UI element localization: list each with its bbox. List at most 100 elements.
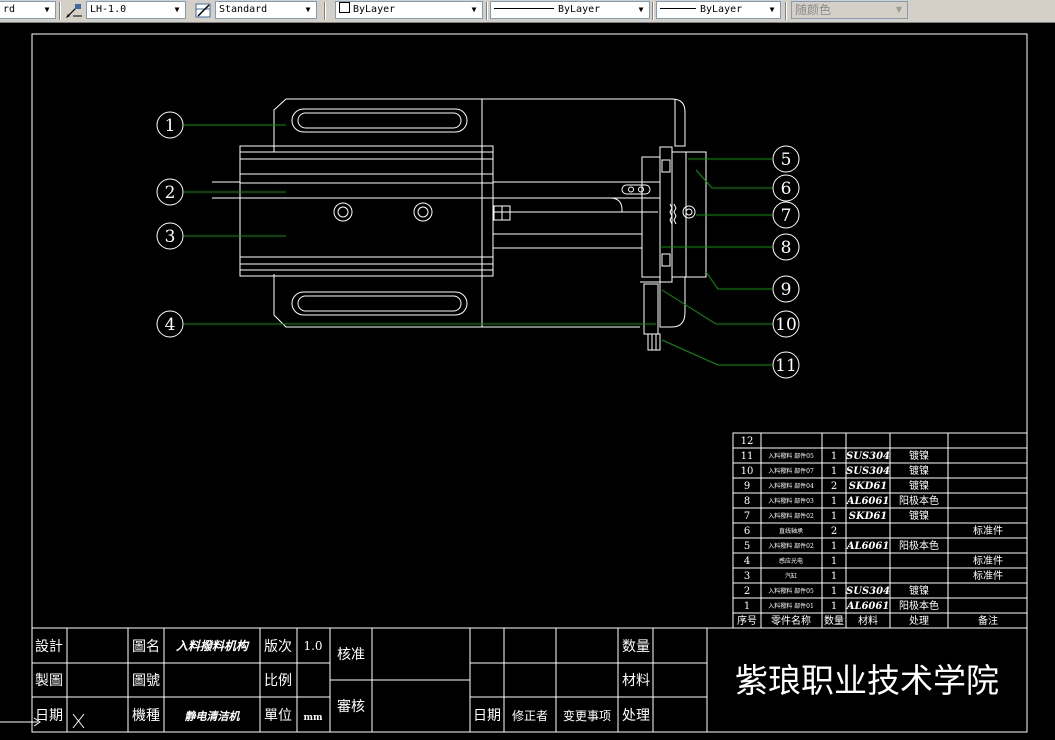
multileader-style-value: LH-1.0 xyxy=(90,4,127,15)
toolbar-separator xyxy=(486,2,488,20)
multileader-style-icon[interactable] xyxy=(64,1,84,20)
bom-cell-qty: 1 xyxy=(831,601,837,612)
chevron-down-icon: ▼ xyxy=(895,5,903,14)
version-label: 版次 xyxy=(264,639,292,655)
bom-table: 1211 入料撥料 部件05 1 SUS304 镀镍10 入料撥料 部件07 1 SUS304… xyxy=(732,432,1028,629)
bom-row: 1 入料撥料 部件01 1 AL6061 阳极本色 xyxy=(744,599,939,612)
bom-cell-remark: 标准件 xyxy=(973,525,1003,537)
drawing-border xyxy=(31,33,1028,733)
design-label: 設計 xyxy=(35,639,63,655)
bom-cell-name: 直线轴承 xyxy=(779,527,803,535)
bom-cell-qty: 2 xyxy=(831,526,837,537)
bom-header-name: 零件名称 xyxy=(771,614,811,627)
qty-label: 数量 xyxy=(622,639,650,655)
toolbar-separator xyxy=(324,2,326,20)
bom-cell-qty: 1 xyxy=(831,556,837,567)
drawing-canvas[interactable]: 1 2 3 4 5 6 7 8 9 10 11 1211 入料撥料 部件05 1… xyxy=(0,22,1055,740)
properties-toolbar: rd ▼ LH-1.0 ▼ Standard ▼ ByLayer ▼ ByLay… xyxy=(0,0,1055,23)
bom-cell-name: 汽缸 xyxy=(785,572,797,580)
balloon-label: 8 xyxy=(781,238,792,258)
bom-cell-qty: 1 xyxy=(831,451,837,462)
bom-cell-no: 8 xyxy=(744,496,750,507)
approve-label: 核准 xyxy=(337,647,365,663)
balloon-label: 2 xyxy=(165,183,176,203)
bom-cell-treatment: 阳极本色 xyxy=(899,494,939,507)
chevron-down-icon: ▼ xyxy=(471,5,477,14)
bom-cell-material: SUS304 xyxy=(846,586,890,597)
bom-cell-no: 10 xyxy=(741,466,754,477)
balloon-6: 6 xyxy=(772,174,800,202)
bom-row: 3 汽缸 1 标准件 xyxy=(744,570,1003,582)
layer-value: rd xyxy=(3,4,16,15)
bom-cell-no: 7 xyxy=(744,511,750,522)
color-swatch-icon xyxy=(339,2,350,13)
lineweight-preview-icon xyxy=(660,8,696,9)
bom-cell-no: 3 xyxy=(744,571,750,582)
bom-cell-name: 入料撥料 部件05 xyxy=(768,452,814,460)
editor-label: 修正者 xyxy=(512,708,548,723)
bom-cell-material: SKD61 xyxy=(849,511,888,522)
chevron-down-icon: ▼ xyxy=(44,5,50,14)
bom-cell-material: SUS304 xyxy=(846,451,890,462)
bom-cell-treatment: 镀镍 xyxy=(909,584,929,597)
bom-cell-remark: 标准件 xyxy=(973,555,1003,567)
review-label: 審核 xyxy=(337,699,365,715)
plot-style-value: 随颜色 xyxy=(795,3,832,17)
lineweight-value: ByLayer xyxy=(700,4,743,15)
bom-cell-no: 11 xyxy=(741,451,754,462)
bom-cell-material: AL6061 xyxy=(846,541,890,552)
table-style-icon[interactable] xyxy=(193,1,213,20)
plot-style-dropdown: 随颜色 ▼ xyxy=(791,1,908,19)
balloon-11: 11 xyxy=(772,351,800,379)
drawing-name-label: 圖名 xyxy=(132,639,160,655)
bom-cell-name: 入料撥料 部件01 xyxy=(768,602,814,610)
bom-cell-qty: 1 xyxy=(831,571,837,582)
toolbar-separator xyxy=(785,2,787,20)
text-style-dropdown[interactable]: Standard ▼ xyxy=(215,1,317,19)
toolbar-separator xyxy=(59,2,61,20)
mechanism-drawing xyxy=(212,98,707,351)
balloon-10: 10 xyxy=(772,310,800,338)
drawing-no-label: 圖號 xyxy=(132,673,160,689)
balloon-2: 2 xyxy=(156,178,184,206)
multileader-style-dropdown[interactable]: LH-1.0 ▼ xyxy=(86,1,186,19)
bom-cell-name: 入料撥料 部件04 xyxy=(768,482,814,490)
balloon-label: 9 xyxy=(781,280,792,300)
unit-label: 單位 xyxy=(264,708,292,724)
balloon-3: 3 xyxy=(156,222,184,250)
balloon-label: 4 xyxy=(165,315,176,335)
bom-cell-treatment: 镀镍 xyxy=(909,449,929,462)
balloon-label: 6 xyxy=(781,179,792,199)
bom-header-material: 材料 xyxy=(858,614,878,627)
bom-cell-treatment: 镀镍 xyxy=(909,464,929,477)
bom-cell-qty: 1 xyxy=(831,511,837,522)
layer-dropdown[interactable]: rd ▼ xyxy=(0,1,56,19)
school-name: 紫琅职业技术学院 xyxy=(735,661,999,700)
bom-cell-name: 入料撥料 部件02 xyxy=(768,542,814,550)
treatment-label: 处理 xyxy=(622,708,650,724)
balloon-8: 8 xyxy=(772,233,800,261)
bom-row: 5 入料撥料 部件02 1 AL6061 阳极本色 xyxy=(744,539,939,552)
bom-row: 2 入料撥料 部件05 1 SUS304 镀镍 xyxy=(744,584,929,597)
linetype-control-dropdown[interactable]: ByLayer ▼ xyxy=(490,1,650,19)
bom-cell-qty: 1 xyxy=(831,586,837,597)
balloon-label: 7 xyxy=(781,206,792,226)
bom-row: 6 直线轴承 2 标准件 xyxy=(744,525,1003,537)
color-control-dropdown[interactable]: ByLayer ▼ xyxy=(335,1,483,19)
chevron-down-icon: ▼ xyxy=(305,5,311,14)
toolbar-separator xyxy=(652,2,654,20)
bom-cell-material: AL6061 xyxy=(846,496,890,507)
balloon-7: 7 xyxy=(772,201,800,229)
lineweight-control-dropdown[interactable]: ByLayer ▼ xyxy=(656,1,781,19)
bom-cell-treatment: 镀镍 xyxy=(909,479,929,492)
drawing-name: 入料撥料机构 xyxy=(175,639,250,653)
bom-cell-name: 入料撥料 部件03 xyxy=(768,497,814,505)
balloon-label: 10 xyxy=(775,315,797,335)
balloon-9: 9 xyxy=(772,275,800,303)
bom-cell-name: 入料撥料 部件02 xyxy=(768,512,814,520)
balloon-4: 4 xyxy=(156,310,184,338)
category-label: 機種 xyxy=(132,708,160,724)
balloon-5: 5 xyxy=(772,145,800,173)
text-style-value: Standard xyxy=(219,4,268,15)
color-value: ByLayer xyxy=(353,4,396,15)
